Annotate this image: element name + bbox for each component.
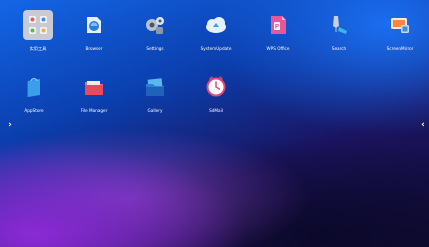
app-label: Browser bbox=[85, 46, 103, 51]
app-label: Search bbox=[331, 46, 347, 51]
settings-gear-icon bbox=[142, 12, 168, 38]
app-label: Settings bbox=[146, 46, 164, 51]
app-label: SystemUpdate bbox=[200, 46, 232, 51]
toolbox-folder-icon bbox=[23, 10, 53, 40]
wps-office-icon: P bbox=[265, 12, 291, 38]
browser-icon bbox=[81, 12, 107, 38]
gallery-icon bbox=[142, 74, 168, 100]
search-pen-icon bbox=[326, 12, 352, 38]
mail-clock-icon bbox=[203, 74, 229, 100]
app-label: File Manager bbox=[80, 108, 108, 113]
app-file-manager[interactable]: File Manager bbox=[64, 74, 124, 124]
app-wps-office[interactable]: P WPS Office bbox=[248, 12, 308, 62]
screen-mirror-icon bbox=[387, 12, 413, 38]
cloud-update-icon bbox=[203, 12, 229, 38]
app-row-2: AppStore File Manager Gallery SdMail bbox=[0, 74, 429, 124]
app-gallery[interactable]: Gallery bbox=[125, 74, 185, 124]
app-row-1: 实用工具 Browser Settings SystemUpdate P WPS… bbox=[0, 10, 429, 62]
app-screen-mirror[interactable]: ScreenMirror bbox=[370, 12, 429, 62]
app-label: Gallery bbox=[147, 108, 163, 113]
app-utilities-folder[interactable]: 实用工具 bbox=[8, 10, 68, 62]
svg-text:P: P bbox=[275, 24, 280, 31]
page-next-left-arrow-icon[interactable]: › bbox=[5, 118, 15, 132]
app-label: ScreenMirror bbox=[386, 46, 414, 51]
app-search[interactable]: Search bbox=[309, 12, 369, 62]
app-settings[interactable]: Settings bbox=[125, 12, 185, 62]
page-prev-right-arrow-icon[interactable]: ‹ bbox=[418, 118, 428, 132]
app-label: SdMail bbox=[209, 108, 223, 113]
app-label: WPS Office bbox=[266, 46, 290, 51]
app-label: AppStore bbox=[24, 108, 44, 113]
app-system-update[interactable]: SystemUpdate bbox=[186, 12, 246, 62]
app-sdmail[interactable]: SdMail bbox=[186, 74, 246, 124]
appstore-bag-icon bbox=[21, 74, 47, 100]
app-browser[interactable]: Browser bbox=[64, 12, 124, 62]
app-appstore[interactable]: AppStore bbox=[4, 74, 64, 124]
app-label: 实用工具 bbox=[29, 46, 47, 51]
folder-icon bbox=[81, 74, 107, 100]
